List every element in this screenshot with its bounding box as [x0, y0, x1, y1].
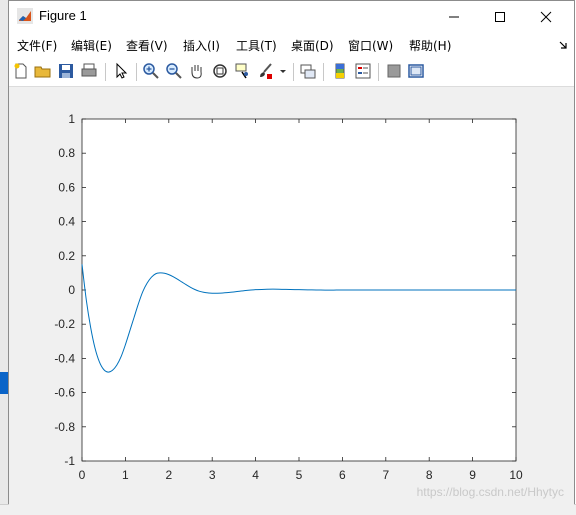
x-tick-label: 0 — [79, 468, 86, 482]
background-bottom-strip — [0, 504, 576, 515]
close-icon — [540, 11, 552, 23]
x-tick-label: 10 — [509, 468, 523, 482]
new-figure-icon[interactable] — [12, 62, 30, 80]
show-plot-tools-icon[interactable] — [407, 62, 425, 80]
x-tick-label: 8 — [426, 468, 433, 482]
toolbar-separator — [378, 63, 379, 81]
maximize-icon — [495, 12, 505, 22]
menu-tools[interactable]: 工具(T) — [236, 37, 277, 54]
toolbar-separator — [136, 63, 137, 81]
link-plot-icon[interactable] — [299, 62, 317, 80]
menu-view[interactable]: 查看(V) — [126, 37, 168, 54]
data-cursor-icon[interactable] — [234, 62, 252, 80]
watermark-text: https://blog.csdn.net/Hhytyc — [416, 485, 564, 499]
x-tick-label: 5 — [296, 468, 303, 482]
x-tick-label: 9 — [469, 468, 476, 482]
close-button[interactable] — [523, 1, 569, 32]
y-tick-label: 0.2 — [58, 249, 75, 263]
plot-axes[interactable]: 0 1 2 3 4 5 6 7 8 9 10 -1 -0.8 -0.6 -0.4 -0.2 0 0.2 0.4 0.6… — [9, 87, 574, 505]
background-selection — [0, 372, 8, 394]
x-tick-label: 6 — [339, 468, 346, 482]
menu-insert[interactable]: 插入(I) — [183, 37, 220, 54]
matlab-icon — [17, 8, 33, 24]
x-tick-label: 4 — [252, 468, 259, 482]
zoom-out-icon[interactable] — [165, 62, 183, 80]
menu-bar: 文件(F) 编辑(E) 查看(V) 插入(I) 工具(T) 桌面(D) 窗口(W… — [9, 32, 574, 58]
brush-icon[interactable] — [257, 62, 275, 80]
zoom-in-icon[interactable] — [142, 62, 160, 80]
pointer-icon[interactable] — [112, 62, 130, 80]
y-tick-label: 0.6 — [58, 180, 75, 194]
y-tick-label: 1 — [68, 112, 75, 126]
y-tick-label: -0.6 — [54, 386, 75, 400]
minimize-icon — [449, 16, 459, 18]
brush-dropdown-icon[interactable] — [279, 62, 287, 80]
y-tick-label: 0 — [68, 283, 75, 297]
menu-desktop[interactable]: 桌面(D) — [291, 37, 334, 54]
toolbar-separator — [105, 63, 106, 81]
y-tick-label: -0.8 — [54, 420, 75, 434]
y-tick-label: -0.4 — [54, 351, 75, 365]
figure-window: Figure 1 文件(F) 编辑(E) 查看(V) 插入(I) 工具(T) 桌… — [8, 0, 575, 505]
x-tick-label: 7 — [382, 468, 389, 482]
y-tick-label: -1 — [64, 454, 75, 468]
menu-window[interactable]: 窗口(W) — [348, 37, 393, 54]
y-tick-label: -0.2 — [54, 317, 75, 331]
y-tick-label: 0.8 — [58, 146, 75, 160]
toolbar-separator — [293, 63, 294, 81]
save-icon[interactable] — [57, 62, 75, 80]
rotate-3d-icon[interactable] — [211, 62, 229, 80]
hide-plot-tools-icon[interactable] — [385, 62, 403, 80]
pan-icon[interactable] — [188, 62, 206, 80]
open-file-icon[interactable] — [34, 62, 52, 80]
colorbar-icon[interactable] — [331, 62, 349, 80]
minimize-button[interactable] — [431, 1, 477, 32]
y-tick-label: 0.4 — [58, 215, 75, 229]
menu-edit[interactable]: 编辑(E) — [71, 37, 112, 54]
background-app-strip — [0, 0, 8, 514]
figure-canvas: 0 1 2 3 4 5 6 7 8 9 10 -1 -0.8 -0.6 -0.4 -0.2 0 0.2 0.4 0.6… — [9, 87, 574, 505]
print-icon[interactable] — [80, 62, 98, 80]
x-tick-label: 1 — [122, 468, 129, 482]
maximize-button[interactable] — [477, 1, 523, 32]
menu-help[interactable]: 帮助(H) — [409, 37, 451, 54]
x-tick-label: 3 — [209, 468, 216, 482]
window-title: Figure 1 — [39, 8, 87, 23]
x-tick-label: 2 — [165, 468, 172, 482]
menu-file[interactable]: 文件(F) — [17, 37, 57, 54]
legend-icon[interactable] — [354, 62, 372, 80]
toolbar-separator — [323, 63, 324, 81]
dock-arrow-icon[interactable] — [558, 40, 568, 50]
title-bar[interactable]: Figure 1 — [9, 1, 574, 32]
toolbar — [9, 58, 574, 87]
